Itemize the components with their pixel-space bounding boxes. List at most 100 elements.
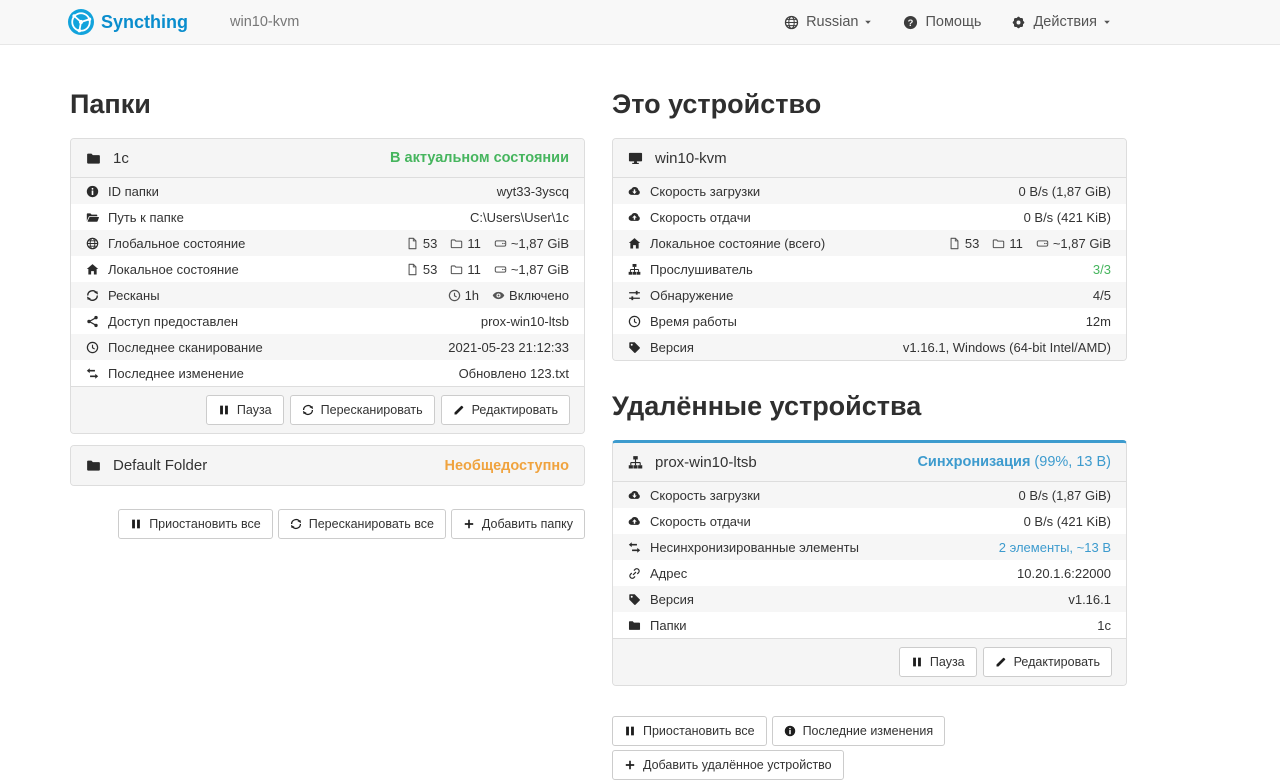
files-count: 53: [965, 236, 979, 251]
navbar: Syncthing win10-kvm Russian Помощь Дейст…: [0, 0, 1280, 45]
add-folder-button[interactable]: Добавить папку: [451, 509, 585, 539]
row-value: 53 11 ~1,87 GiB: [406, 236, 569, 251]
row-value: 0 B/s (421 KiB): [1024, 514, 1111, 529]
discovery-value: 4/5: [1093, 288, 1111, 303]
button-label: Пересканировать все: [309, 517, 434, 531]
plus-icon: [463, 518, 475, 530]
table-row: Последнее сканирование 2021-05-23 21:12:…: [71, 334, 584, 360]
folder-actions-footer: Пауза Пересканировать Редактировать: [71, 386, 584, 433]
this-device-panel: win10-kvm Скорость загрузки 0 B/s (1,87 …: [612, 138, 1127, 361]
folder-icon: [628, 619, 641, 632]
help-menu-label: Помощь: [925, 14, 981, 30]
pause-folder-button[interactable]: Пауза: [206, 395, 284, 425]
navbar-menu: Russian Помощь Действия: [784, 14, 1112, 30]
recent-changes-button[interactable]: Последние изменения: [772, 716, 946, 746]
this-device-header[interactable]: win10-kvm: [613, 139, 1126, 178]
exchange-icon: [628, 541, 641, 554]
table-row: Время работы 12m: [613, 308, 1126, 334]
row-value: 0 B/s (1,87 GiB): [1019, 184, 1111, 199]
folder-icon: [86, 151, 101, 166]
pause-device-button[interactable]: Пауза: [899, 647, 977, 677]
sliders-icon: [628, 289, 641, 302]
tag-icon: [628, 593, 641, 606]
info-circle-icon: [784, 725, 796, 737]
row-label: Локальное состояние (всего): [650, 236, 825, 251]
sitemap-icon: [628, 263, 641, 276]
row-label: Версия: [650, 592, 694, 607]
plus-icon: [624, 759, 636, 771]
pause-all-folders-button[interactable]: Приостановить все: [118, 509, 273, 539]
question-circle-icon: [903, 15, 918, 30]
rescan-interval: 1h: [465, 288, 479, 303]
row-label: Обнаружение: [650, 288, 733, 303]
row-value: prox-win10-ltsb: [481, 314, 569, 329]
row-label: Время работы: [650, 314, 737, 329]
pause-all-devices-button[interactable]: Приостановить все: [612, 716, 767, 746]
folders-column: Папки 1c В актуальном состоянии ID папки…: [70, 89, 585, 784]
pencil-icon: [453, 404, 465, 416]
files-count: 53: [423, 236, 437, 251]
refresh-icon: [290, 518, 302, 530]
clock-icon: [448, 289, 461, 302]
edit-folder-button[interactable]: Редактировать: [441, 395, 570, 425]
exchange-icon: [86, 367, 99, 380]
language-menu-label: Russian: [806, 14, 858, 30]
table-row: Локальное состояние (всего) 53 11 ~1,87 …: [613, 230, 1126, 256]
listeners-value: 3/3: [1093, 262, 1111, 277]
remote-devices-heading: Удалённые устройства: [612, 391, 1127, 422]
tag-icon: [628, 341, 641, 354]
table-row: Адрес 10.20.1.6:22000: [613, 560, 1126, 586]
help-menu[interactable]: Помощь: [903, 14, 981, 30]
row-value: 12m: [1086, 314, 1111, 329]
rescan-folder-button[interactable]: Пересканировать: [290, 395, 435, 425]
out-of-sync-link[interactable]: 2 элементы, ~13 B: [999, 540, 1111, 555]
table-row: ID папки wyt33-3yscq: [71, 178, 584, 204]
row-value: 53 11 ~1,87 GiB: [406, 262, 569, 277]
status-name: Синхронизация: [917, 454, 1030, 470]
caret-down-icon: [1102, 17, 1112, 27]
row-value: 1h Включено: [448, 288, 569, 303]
sitemap-icon: [628, 455, 643, 470]
navbar-hostname: win10-kvm: [230, 14, 299, 30]
brand[interactable]: Syncthing: [68, 9, 188, 35]
table-row: Обнаружение 4/5: [613, 282, 1126, 308]
remote-device-header[interactable]: prox-win10-ltsb Синхронизация (99%, 13 B…: [613, 443, 1126, 482]
folders-heading: Папки: [70, 89, 585, 120]
table-row: Прослушиватель 3/3: [613, 256, 1126, 282]
row-value: wyt33-3yscq: [497, 184, 569, 199]
remote-device-table: Скорость загрузки 0 B/s (1,87 GiB) Скоро…: [613, 482, 1126, 638]
table-row: Доступ предоставлен prox-win10-ltsb: [71, 308, 584, 334]
row-value: 0 B/s (1,87 GiB): [1019, 488, 1111, 503]
table-row: Ресканы 1h Включено: [71, 282, 584, 308]
row-label: Несинхронизированные элементы: [650, 540, 859, 555]
row-value: C:\Users\User\1c: [470, 210, 569, 225]
row-label: Путь к папке: [108, 210, 184, 225]
folder-1c-header[interactable]: 1c В актуальном состоянии: [71, 139, 584, 178]
size-value: ~1,87 GiB: [511, 262, 569, 277]
cloud-download-icon: [628, 489, 641, 502]
folder-open-icon: [86, 211, 99, 224]
row-label: Ресканы: [108, 288, 160, 303]
globe-icon: [86, 237, 99, 250]
this-device-table: Скорость загрузки 0 B/s (1,87 GiB) Скоро…: [613, 178, 1126, 360]
language-menu[interactable]: Russian: [784, 14, 873, 30]
pause-icon: [130, 518, 142, 530]
cloud-download-icon: [628, 185, 641, 198]
edit-device-button[interactable]: Редактировать: [983, 647, 1112, 677]
hdd-icon: [494, 237, 507, 250]
add-remote-device-button[interactable]: Добавить удалённое устройство: [612, 750, 844, 780]
folder-default-header[interactable]: Default Folder Необщедоступно: [71, 446, 584, 485]
button-label: Редактировать: [472, 403, 558, 417]
pause-icon: [911, 656, 923, 668]
row-label: Прослушиватель: [650, 262, 753, 277]
share-icon: [86, 315, 99, 328]
rescan-all-button[interactable]: Пересканировать все: [278, 509, 446, 539]
remote-device-actions-footer: Пауза Редактировать: [613, 638, 1126, 685]
folder-icon: [86, 458, 101, 473]
row-label: Адрес: [650, 566, 687, 581]
clock-icon: [628, 315, 641, 328]
actions-menu[interactable]: Действия: [1011, 14, 1112, 30]
watcher-state: Включено: [509, 288, 569, 303]
this-device-heading: Это устройство: [612, 89, 1127, 120]
button-label: Добавить удалённое устройство: [643, 758, 832, 772]
